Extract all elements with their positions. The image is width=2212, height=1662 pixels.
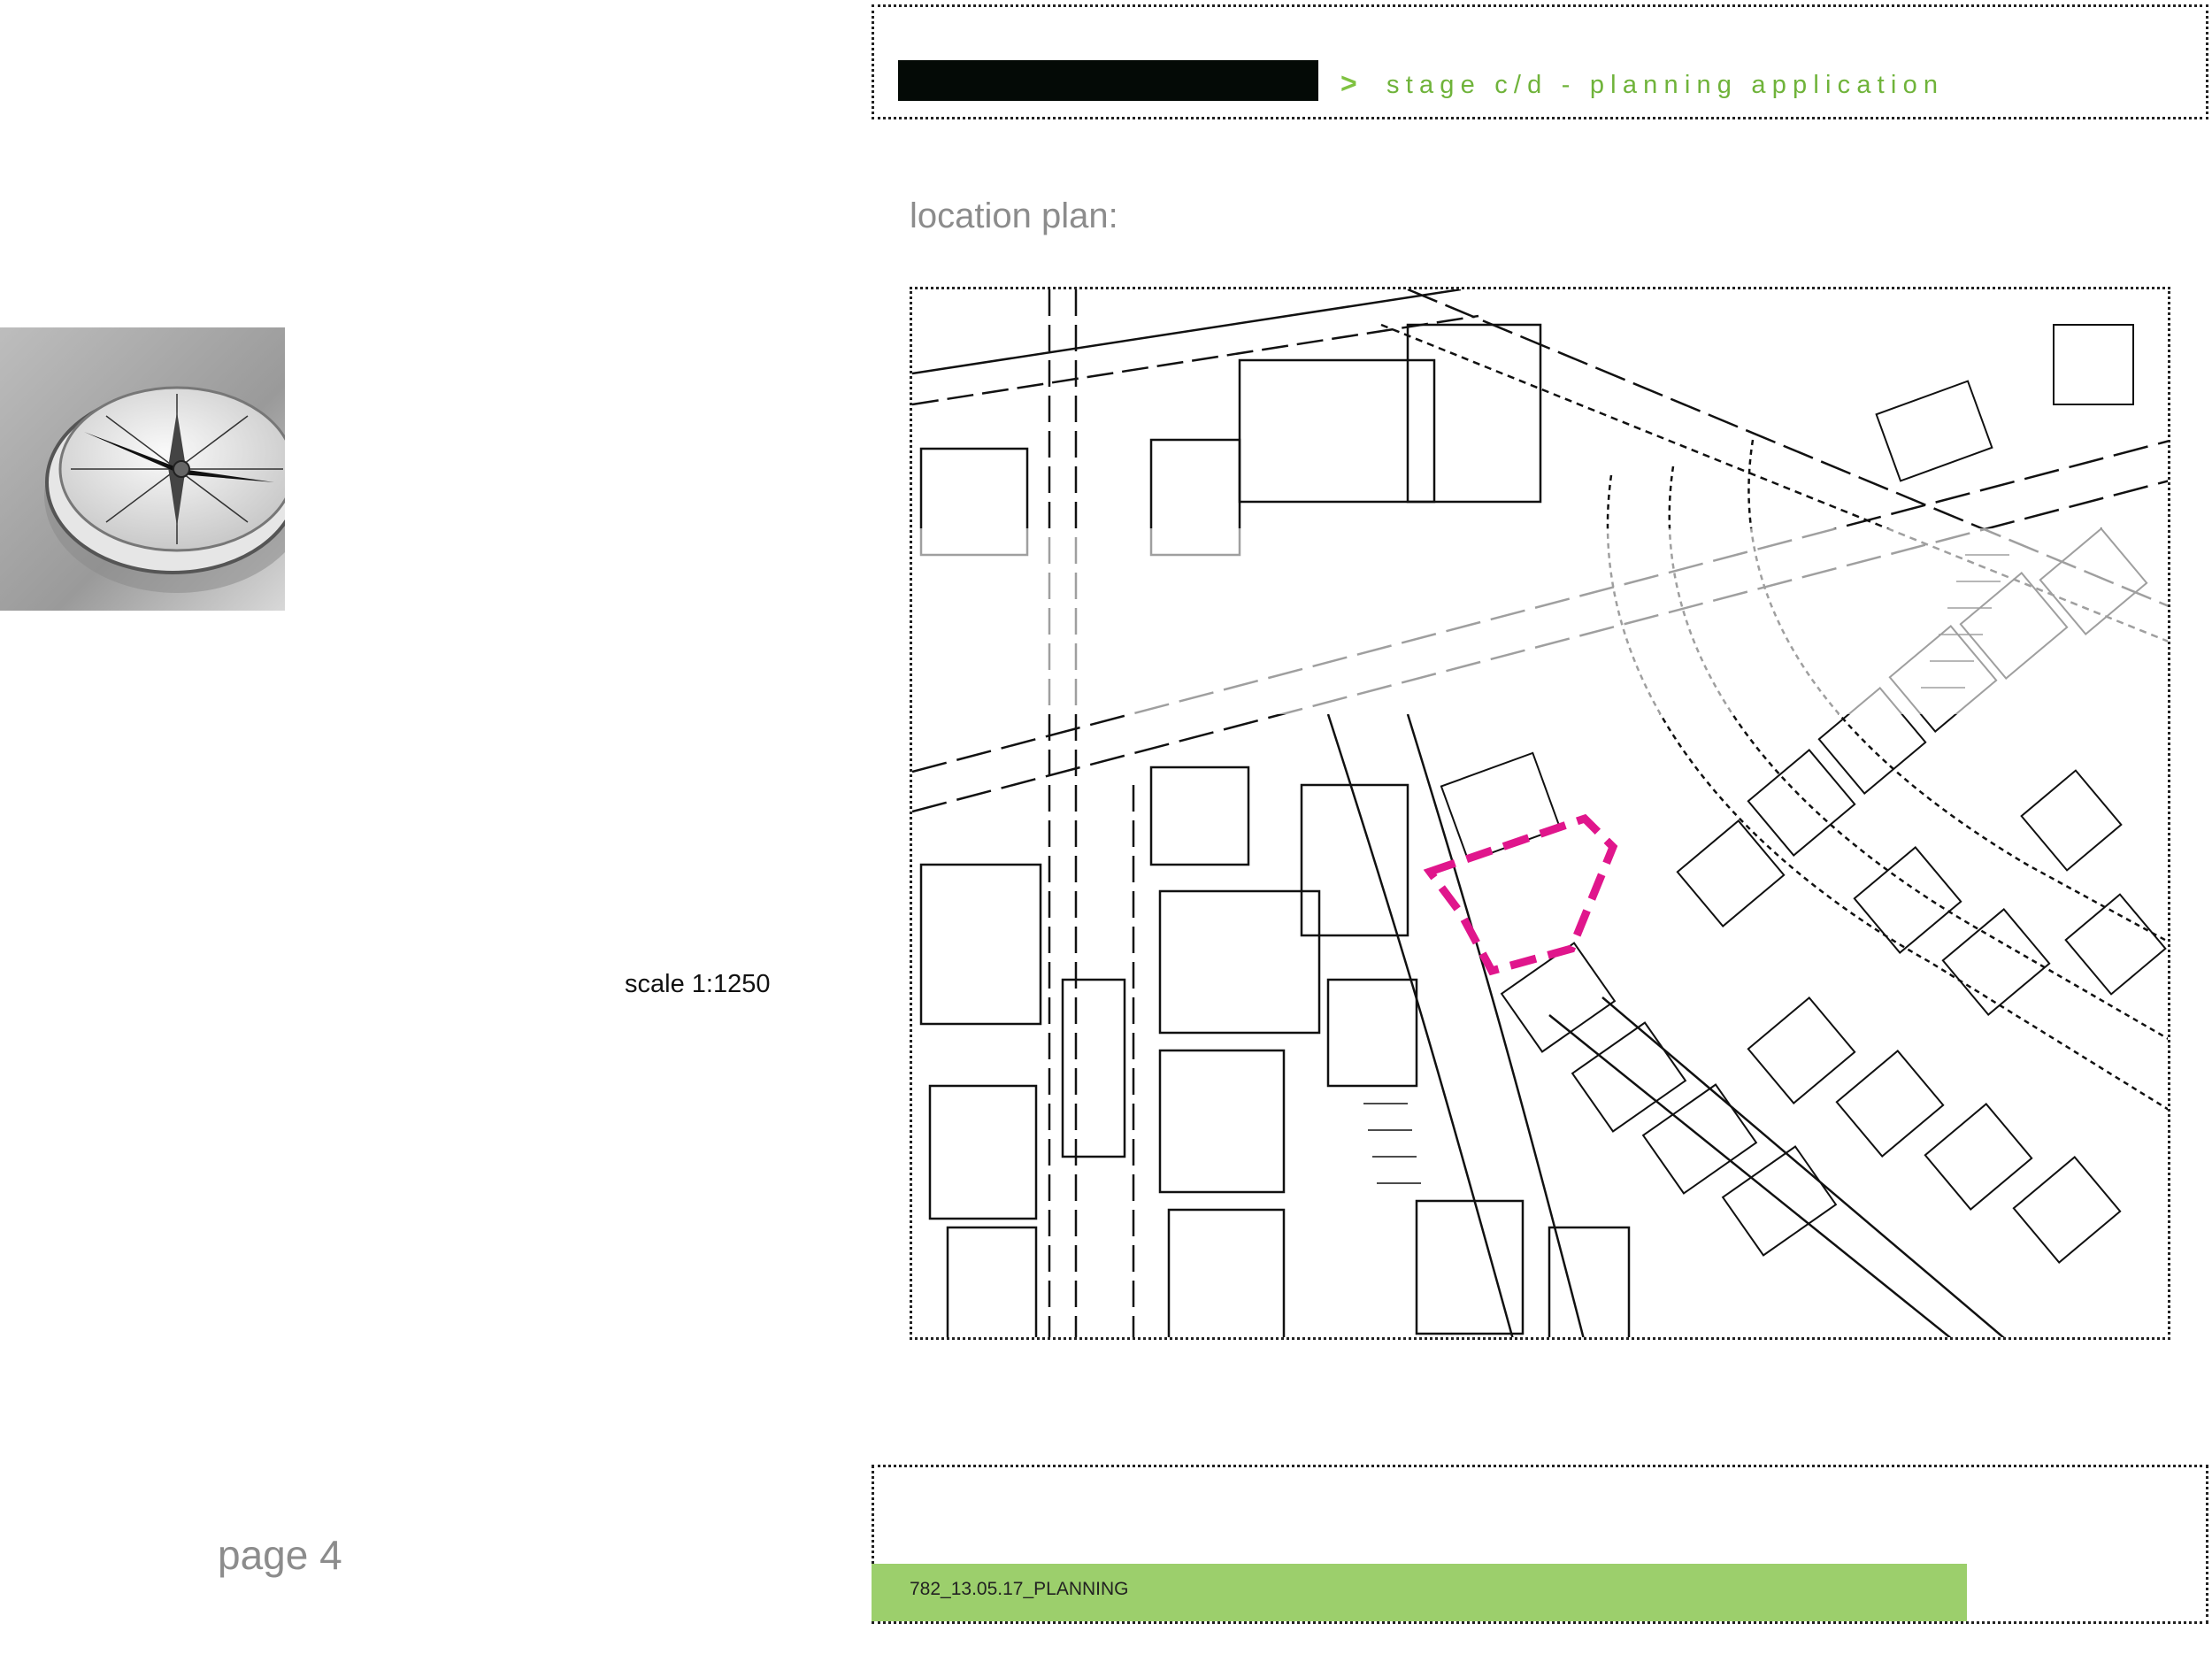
- site-boundary: [1423, 813, 1618, 976]
- page-number: page 4: [218, 1532, 342, 1578]
- section-title: location plan:: [910, 196, 1118, 235]
- scale-label: scale 1:1250: [625, 970, 771, 998]
- document-code: 782_13.05.17_PLANNING: [910, 1579, 1129, 1599]
- map-drawing: [912, 289, 2168, 1337]
- compass-image: [0, 327, 285, 611]
- redacted-project-name: [898, 60, 1318, 101]
- stage-label: stage c/d - planning application: [1386, 71, 1945, 99]
- location-plan-map: [910, 287, 2170, 1340]
- chevron-right-icon: >: [1340, 67, 1357, 99]
